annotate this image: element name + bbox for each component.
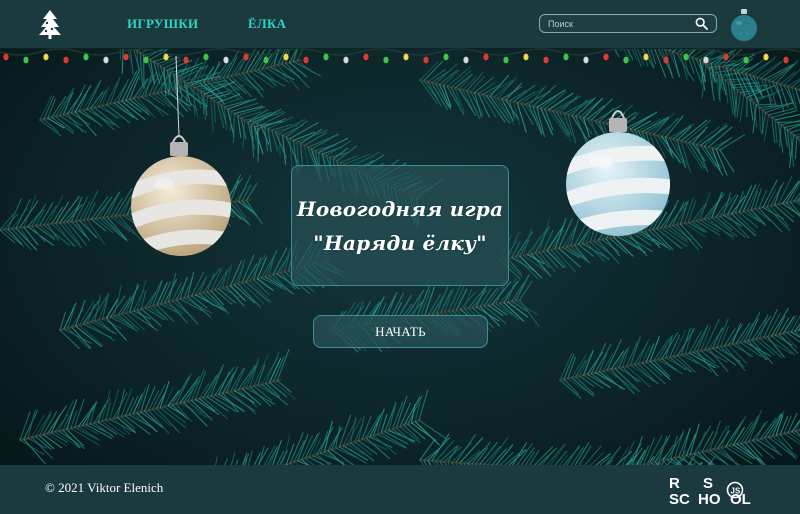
gold-ornament-ball — [131, 56, 231, 256]
nav-link-toys[interactable]: ИГРУШКИ — [127, 16, 198, 32]
search-input[interactable] — [548, 16, 688, 31]
garland-lights — [0, 48, 800, 64]
search-box — [539, 14, 717, 33]
svg-text:S: S — [703, 475, 713, 492]
start-button[interactable]: НАЧАТЬ — [313, 315, 488, 348]
svg-text:OL: OL — [730, 491, 751, 507]
blue-ornament-ball — [566, 110, 670, 236]
game-title-line-2: "Наряди ёлку" — [313, 230, 487, 255]
svg-text:R: R — [669, 475, 680, 492]
game-title-line-1: Новогодняя игра — [296, 196, 504, 221]
copyright-text: © 2021 Viktor Elenich — [45, 480, 164, 495]
search-icon[interactable] — [695, 17, 708, 30]
rs-school-logo[interactable]: R S SC HO JS OL — [668, 473, 758, 507]
nav-link-tree[interactable]: ЁЛКА — [248, 16, 286, 32]
footer: © 2021 Viktor Elenich R S SC HO JS OL — [0, 465, 800, 514]
ornament-ball-icon[interactable] — [730, 8, 758, 42]
game-title-panel: Новогодняя игра "Наряди ёлку" — [291, 165, 509, 286]
svg-text:SC: SC — [669, 491, 690, 507]
header: ИГРУШКИ ЁЛКА — [0, 0, 800, 49]
svg-text:HO: HO — [698, 491, 721, 507]
christmas-tree-icon[interactable] — [38, 8, 62, 40]
